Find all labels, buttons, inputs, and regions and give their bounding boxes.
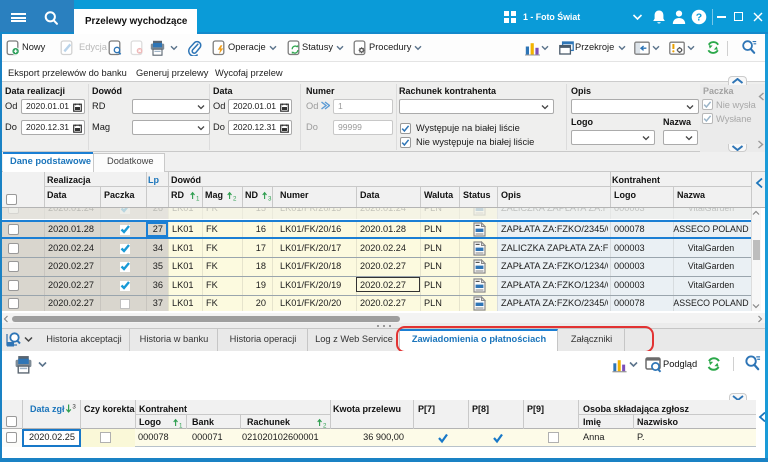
svg-text:?: ? [696, 12, 702, 24]
svg-text:1: 1 [196, 196, 200, 203]
svg-text:2: 2 [233, 196, 237, 203]
svg-text:3: 3 [72, 404, 76, 411]
